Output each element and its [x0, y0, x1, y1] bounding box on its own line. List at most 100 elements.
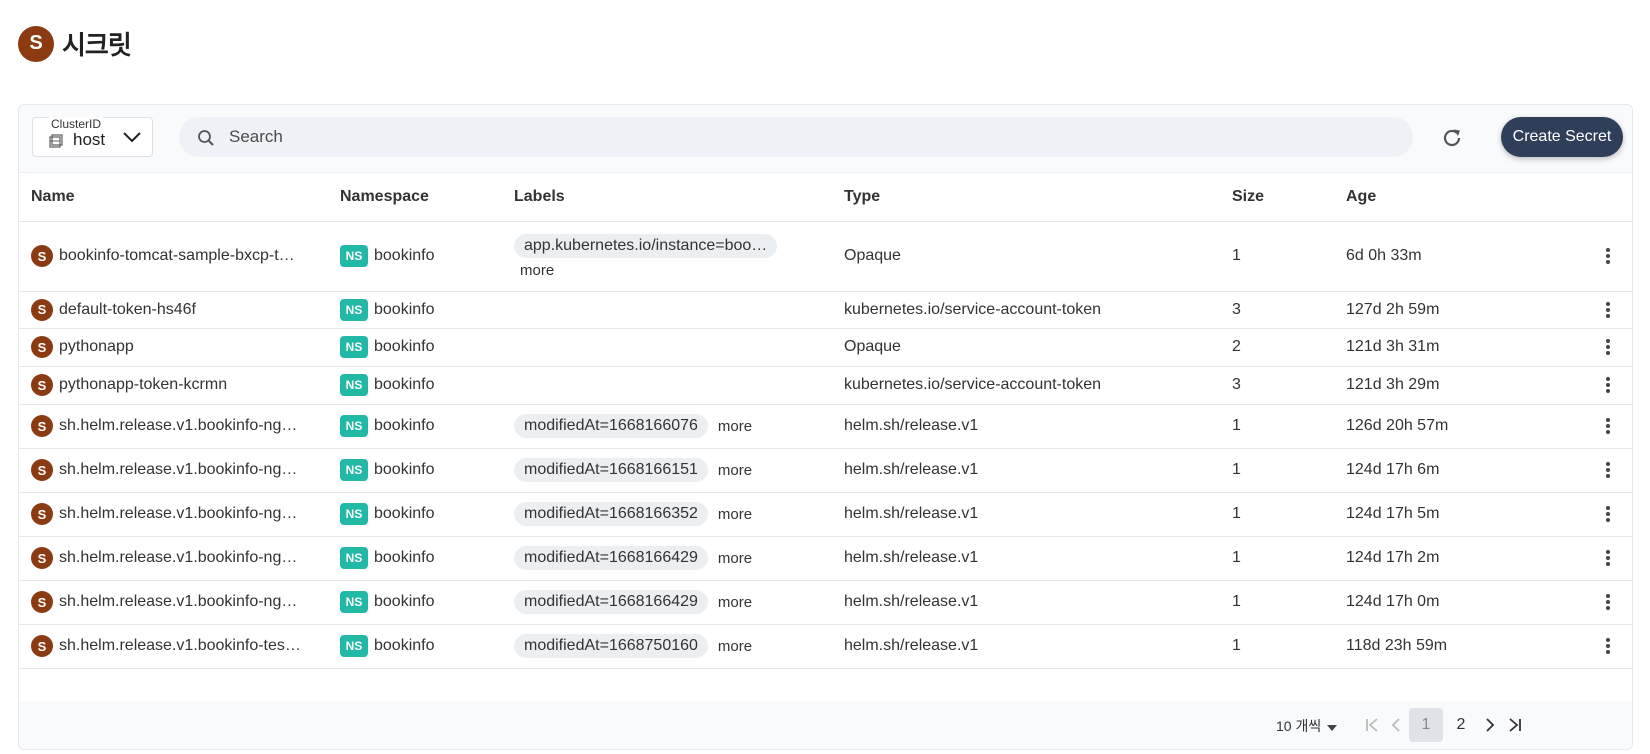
namespace-badge: NS [340, 635, 368, 657]
namespace-link[interactable]: bookinfo [374, 505, 435, 523]
kebab-icon[interactable] [1596, 373, 1620, 397]
more-labels-link[interactable]: more [718, 594, 752, 611]
table-row[interactable]: Ssh.helm.release.v1.bookinfo-tes… NS booki… [19, 624, 1632, 669]
size-cell: 1 [1220, 624, 1334, 669]
column-header-labels[interactable]: Labels [502, 173, 832, 222]
namespace-badge: NS [340, 415, 368, 437]
table-row[interactable]: Sdefault-token-hs46f NS bookinfo kubernetes… [19, 291, 1632, 329]
kebab-icon[interactable] [1596, 546, 1620, 570]
more-labels-link[interactable]: more [718, 506, 752, 523]
secret-name-link[interactable]: sh.helm.release.v1.bookinfo-tes… [59, 637, 301, 655]
kebab-icon[interactable] [1596, 502, 1620, 526]
labels-cell: app.kubernetes.io/instance=boo… more [502, 221, 832, 292]
table-row[interactable]: Ssh.helm.release.v1.bookinfo-ng… NS bookin… [19, 536, 1632, 581]
secret-name-link[interactable]: sh.helm.release.v1.bookinfo-ng… [59, 549, 297, 567]
secret-name-link[interactable]: sh.helm.release.v1.bookinfo-ng… [59, 417, 297, 435]
type-cell: helm.sh/release.v1 [832, 492, 1220, 537]
namespace-link[interactable]: bookinfo [374, 593, 435, 611]
table-row[interactable]: Spythonapp-token-kcrmn NS bookinfo kubernet… [19, 366, 1632, 405]
secret-name-link[interactable]: bookinfo-tomcat-sample-bxcp-t… [59, 247, 295, 265]
namespace-link[interactable]: bookinfo [374, 549, 435, 567]
kebab-icon[interactable] [1596, 298, 1620, 322]
secret-name-link[interactable]: default-token-hs46f [59, 301, 196, 319]
cube-icon [49, 132, 65, 148]
avatar: S [31, 415, 53, 437]
type-cell: helm.sh/release.v1 [832, 624, 1220, 669]
age-cell: 127d 2h 59m [1334, 291, 1534, 329]
page-button-1[interactable]: 1 [1409, 708, 1443, 742]
more-labels-link[interactable]: more [718, 638, 752, 655]
age-cell: 124d 17h 2m [1334, 536, 1534, 581]
kebab-icon[interactable] [1596, 458, 1620, 482]
more-labels-link[interactable]: more [718, 418, 752, 435]
age-cell: 118d 23h 59m [1334, 624, 1534, 669]
kebab-icon[interactable] [1596, 335, 1620, 359]
age-cell: 6d 0h 33m [1334, 221, 1534, 292]
label-chip: modifiedAt=1668166151 [514, 458, 708, 482]
search-icon [197, 129, 215, 147]
search-input[interactable] [229, 117, 1389, 157]
secret-name-link[interactable]: sh.helm.release.v1.bookinfo-ng… [59, 461, 297, 479]
page-title: 시크릿 [62, 31, 132, 61]
secret-name-link[interactable]: sh.helm.release.v1.bookinfo-ng… [59, 505, 297, 523]
size-cell: 2 [1220, 328, 1334, 367]
more-labels-link[interactable]: more [520, 262, 554, 279]
rows-per-page-select[interactable]: 10 개씩 [1276, 716, 1338, 736]
label-chip: modifiedAt=1668166076 [514, 414, 708, 438]
avatar: S [31, 547, 53, 569]
size-cell: 1 [1220, 580, 1334, 625]
avatar: S [18, 25, 54, 62]
namespace-link[interactable]: bookinfo [374, 637, 435, 655]
last-page-icon[interactable] [1505, 716, 1523, 734]
namespace-badge: NS [340, 591, 368, 613]
age-cell: 121d 3h 31m [1334, 328, 1534, 367]
namespace-link[interactable]: bookinfo [374, 338, 435, 356]
more-labels-link[interactable]: more [718, 462, 752, 479]
namespace-link[interactable]: bookinfo [374, 376, 435, 394]
size-cell: 1 [1220, 221, 1334, 292]
avatar: S [31, 336, 53, 358]
secret-name-link[interactable]: pythonapp-token-kcrmn [59, 376, 227, 394]
namespace-link[interactable]: bookinfo [374, 247, 435, 265]
kebab-icon[interactable] [1596, 590, 1620, 614]
labels-cell: modifiedAt=1668750160 more [502, 624, 832, 669]
kebab-icon[interactable] [1596, 244, 1620, 268]
page-button-2[interactable]: 2 [1444, 708, 1478, 742]
column-header-age[interactable]: Age [1334, 173, 1534, 222]
secret-name-link[interactable]: pythonapp [59, 338, 134, 356]
table-row[interactable]: Ssh.helm.release.v1.bookinfo-ng… NS bookin… [19, 404, 1632, 449]
secret-name-link[interactable]: sh.helm.release.v1.bookinfo-ng… [59, 593, 297, 611]
chevron-down-icon [122, 130, 142, 144]
kebab-icon[interactable] [1596, 414, 1620, 438]
labels-cell [502, 328, 832, 367]
age-cell: 121d 3h 29m [1334, 366, 1534, 405]
namespace-link[interactable]: bookinfo [374, 417, 435, 435]
namespace-badge: NS [340, 336, 368, 358]
column-header-type[interactable]: Type [832, 173, 1220, 222]
table-row[interactable]: Ssh.helm.release.v1.bookinfo-ng… NS bookin… [19, 492, 1632, 537]
column-header-size[interactable]: Size [1220, 173, 1334, 222]
namespace-badge: NS [340, 547, 368, 569]
next-page-icon[interactable] [1481, 716, 1499, 734]
refresh-icon[interactable] [1439, 125, 1465, 151]
kebab-icon[interactable] [1596, 634, 1620, 658]
first-page-icon[interactable] [1364, 716, 1382, 734]
column-header-name[interactable]: Name [19, 173, 328, 222]
labels-cell [502, 366, 832, 405]
avatar: S [31, 459, 53, 481]
table-row[interactable]: Ssh.helm.release.v1.bookinfo-ng… NS bookin… [19, 448, 1632, 493]
search-box [179, 117, 1413, 157]
prev-page-icon[interactable] [1387, 716, 1405, 734]
namespace-link[interactable]: bookinfo [374, 461, 435, 479]
column-header-namespace[interactable]: Namespace [328, 173, 502, 222]
table-row[interactable]: Spythonapp NS bookinfo Opaque 2 121d 3h 31m [19, 328, 1632, 367]
labels-cell: modifiedAt=1668166352 more [502, 492, 832, 537]
table-row[interactable]: Ssh.helm.release.v1.bookinfo-ng… NS bookin… [19, 580, 1632, 625]
table-row[interactable]: Sbookinfo-tomcat-sample-bxcp-t… NS bookinf… [19, 221, 1632, 292]
more-labels-link[interactable]: more [718, 550, 752, 567]
namespace-link[interactable]: bookinfo [374, 301, 435, 319]
cluster-select[interactable]: ClusterID host [32, 117, 153, 157]
label-chip: modifiedAt=1668166352 [514, 502, 708, 526]
create-secret-button[interactable]: Create Secret [1501, 117, 1623, 157]
avatar: S [31, 635, 53, 657]
